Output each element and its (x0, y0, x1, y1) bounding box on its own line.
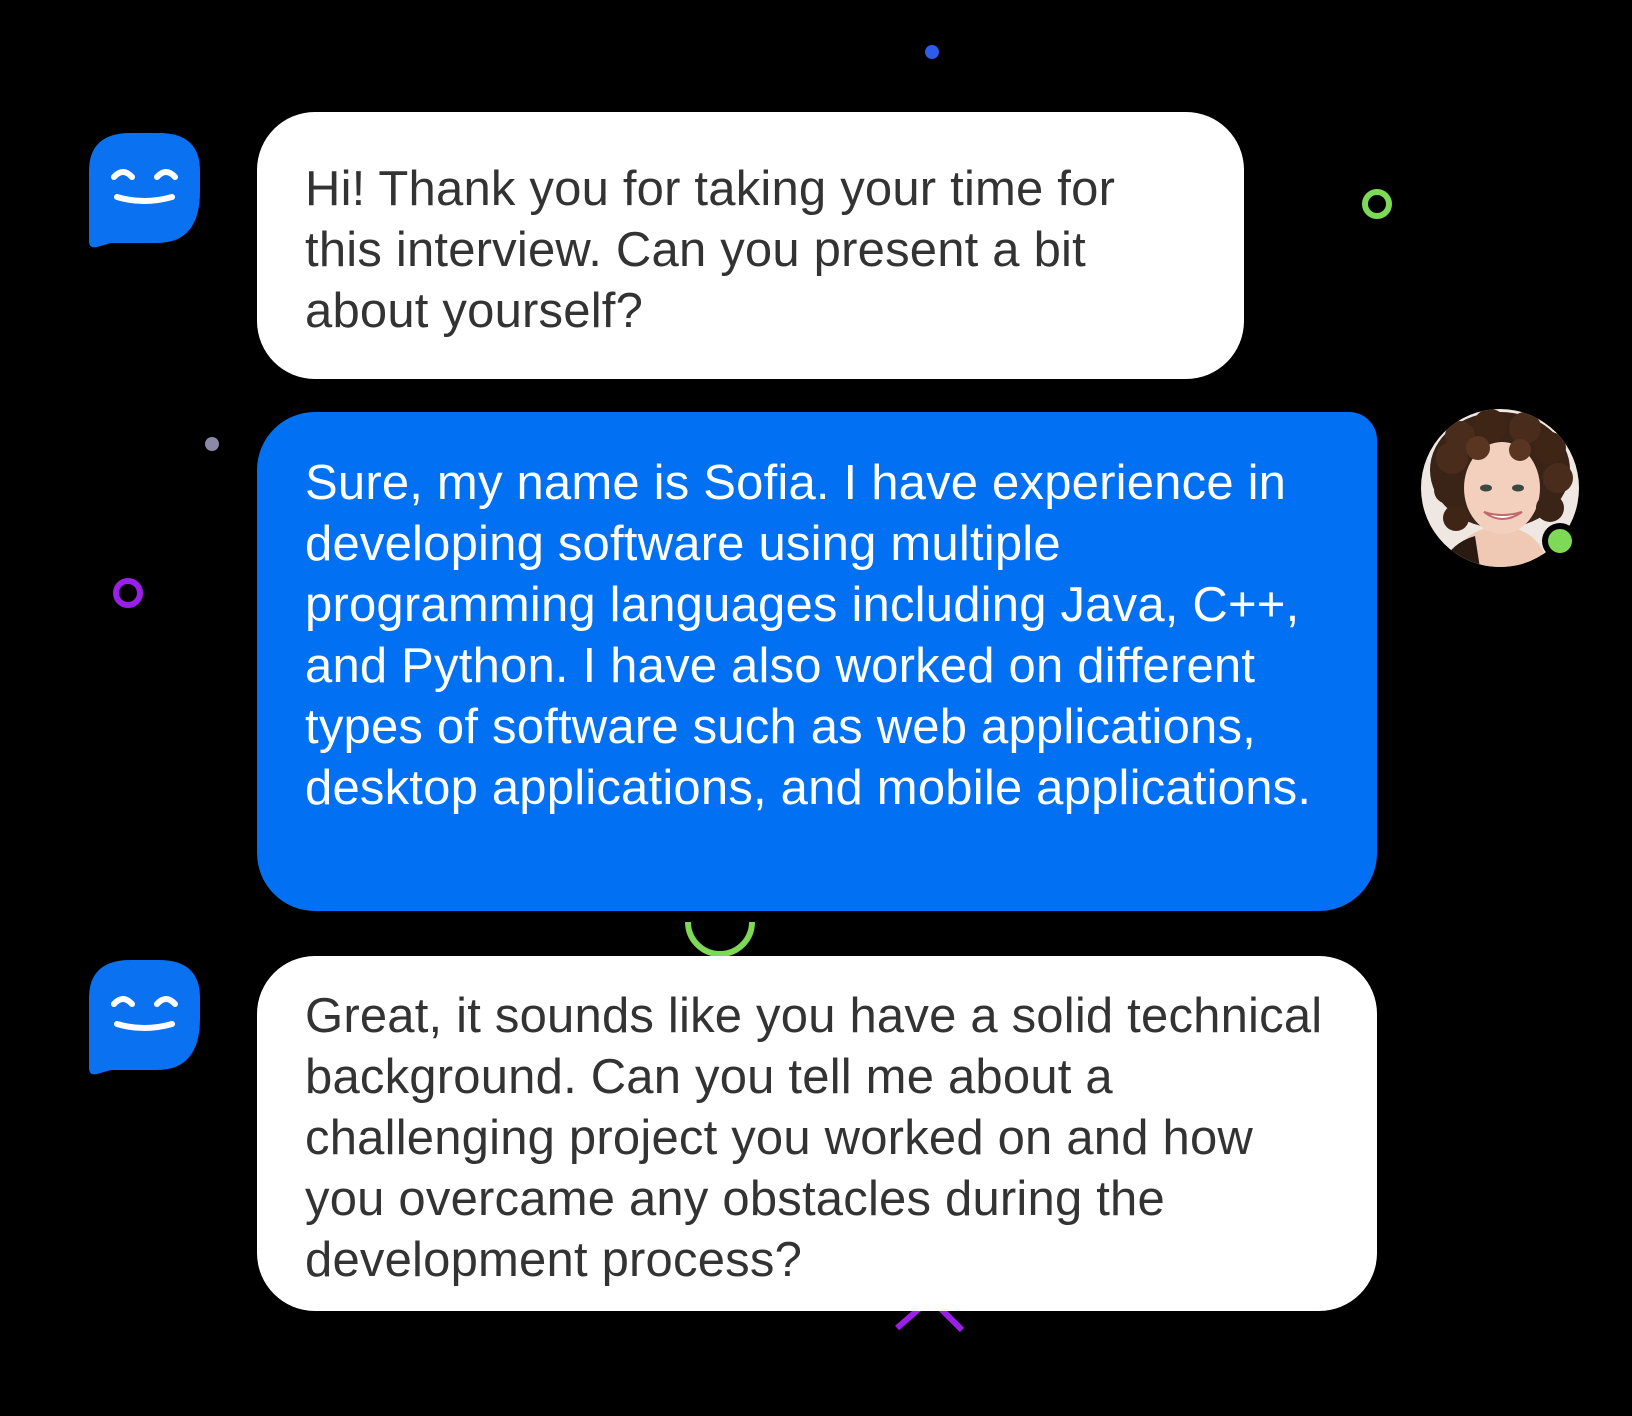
message-bubble-bot: Hi! Thank you for taking your time for t… (257, 112, 1244, 379)
status-dot (1548, 529, 1572, 553)
deco-arc-green (685, 921, 755, 957)
smiling-chat-bubble-icon (89, 133, 200, 248)
deco-ring-purple (113, 578, 143, 608)
message-bubble-user: Sure, my name is Sofia. I have experienc… (257, 412, 1377, 911)
deco-chevron-purple (895, 1305, 922, 1331)
deco-ring-green (1362, 189, 1392, 219)
smiling-chat-bubble-icon (89, 960, 200, 1075)
message-text: Hi! Thank you for taking your time for t… (305, 162, 1116, 338)
message-text: Sure, my name is Sofia. I have experienc… (305, 456, 1312, 815)
deco-dot-blue (925, 45, 939, 59)
deco-chevron-purple-2 (937, 1305, 965, 1333)
deco-dot-gray (205, 437, 219, 451)
message-bubble-bot: Great, it sounds like you have a solid t… (257, 956, 1377, 1311)
chat-canvas: Hi! Thank you for taking your time for t… (0, 0, 1632, 1416)
message-text: Great, it sounds like you have a solid t… (305, 989, 1323, 1287)
user-avatar[interactable] (1420, 408, 1580, 568)
